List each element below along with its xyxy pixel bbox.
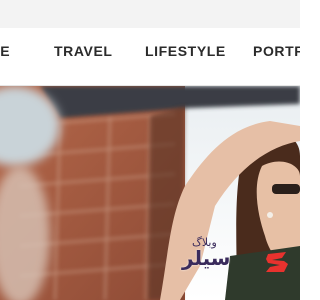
nav-item-travel[interactable]: TRAVEL	[54, 43, 113, 59]
brand-s-logo-icon	[266, 252, 288, 272]
nav-item-home[interactable]: ME	[0, 43, 10, 59]
nav-item-portfolio[interactable]: PORTFO	[253, 43, 300, 59]
main-navigation: ME TRAVEL LIFESTYLE PORTFO	[0, 28, 300, 86]
nav-item-lifestyle[interactable]: LIFESTYLE	[145, 43, 226, 59]
watermark-logo: وبلاگ سیلر	[180, 236, 295, 286]
top-bar	[0, 0, 300, 28]
watermark-main-text: سیلر	[182, 246, 231, 270]
